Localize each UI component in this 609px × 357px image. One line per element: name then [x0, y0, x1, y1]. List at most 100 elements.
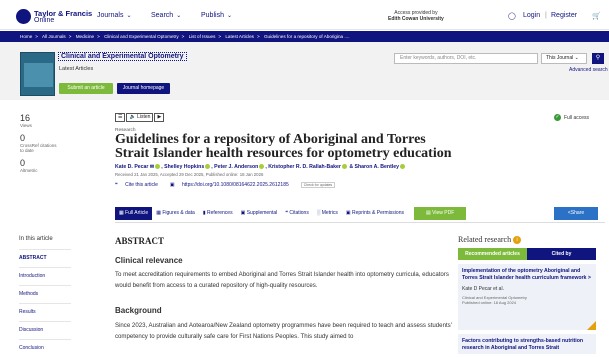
lock-icon: ▣: [345, 210, 351, 216]
info-icon[interactable]: i: [513, 236, 522, 245]
orcid-icon[interactable]: [400, 164, 406, 170]
search-icon[interactable]: ⚲: [592, 53, 604, 64]
speaker-icon: 🔈: [129, 114, 136, 120]
play-icon[interactable]: ▶: [154, 113, 165, 122]
breadcrumb-issues[interactable]: List of Issues: [189, 34, 216, 39]
journal-homepage-button[interactable]: Journal homepage: [117, 83, 170, 94]
related-card-title[interactable]: Implementation of the optometry Aborigin…: [462, 268, 592, 282]
chevron-right-icon: >: [587, 274, 591, 281]
crossref-label: CrossRef citations to date: [20, 142, 57, 154]
breadcrumb-all-journals[interactable]: All Journals: [42, 34, 66, 39]
bar-chart-icon: ░: [316, 210, 321, 216]
book-icon: ▮: [202, 210, 206, 216]
advanced-search-link[interactable]: Advanced search: [569, 67, 608, 73]
database-icon: ▣: [240, 210, 246, 216]
tab-cited-by[interactable]: Cited by: [527, 248, 596, 260]
related-card[interactable]: Factors contributing to strengths-based …: [458, 334, 596, 354]
check-updates-badge[interactable]: Check for updates: [300, 182, 336, 188]
tab-metrics[interactable]: ░ Metrics: [313, 207, 342, 220]
separator: |: [545, 12, 547, 19]
related-card-author: Kate D Pecar et al.: [462, 285, 504, 292]
related-research-heading: Related research i: [458, 235, 522, 245]
brand-name: Taylor & Francis: [34, 8, 93, 18]
abstract-heading: ABSTRACT: [115, 236, 165, 246]
breadcrumb-journal[interactable]: Clinical and Experimental Optometry: [104, 34, 179, 39]
image-icon: ▦: [156, 210, 161, 216]
nav-search[interactable]: Search ⌄: [151, 12, 181, 19]
tab-citations[interactable]: ❝ Citations: [281, 207, 313, 220]
cite-row: ❝ Cite this article ▣ https://doi.org/10…: [115, 182, 341, 188]
submit-article-button[interactable]: Submit an article: [59, 83, 113, 94]
cite-link[interactable]: ❝ Cite this article: [115, 182, 164, 188]
author-link[interactable]: Peter J. Anderson: [214, 164, 258, 170]
views-count: 16: [20, 113, 31, 123]
chevron-down-icon: ⌄: [126, 13, 132, 19]
access-provider: Access provided by Edith Cowan Universit…: [388, 10, 444, 22]
breadcrumb-home[interactable]: Home: [20, 34, 32, 39]
brand-sub: Online: [34, 16, 55, 24]
share-button[interactable]: <Share: [554, 207, 598, 220]
quote-icon: ❝: [285, 210, 288, 216]
journal-cover-image[interactable]: [20, 52, 55, 96]
orcid-icon[interactable]: [205, 164, 211, 170]
view-pdf-button[interactable]: ▤ View PDF: [413, 207, 467, 220]
register-link[interactable]: Register: [551, 12, 577, 19]
section-text: Since 2023, Australian and Aotearoa/New …: [115, 322, 452, 340]
sidebar-item-abstract[interactable]: ABSTRACT: [19, 249, 71, 267]
journal-title[interactable]: Clinical and Experimental Optometry: [58, 52, 187, 61]
sidebar-item-introduction[interactable]: Introduction: [19, 267, 71, 285]
author-link[interactable]: Shelley Hopkins: [164, 164, 204, 170]
email-icon[interactable]: ✉: [150, 164, 154, 170]
tandf-logo[interactable]: Taylor & Francis Online: [16, 9, 92, 24]
sidebar-heading: In this article: [19, 236, 53, 242]
breadcrumb: Home > All Journals > Medicine > Clinical a…: [0, 31, 609, 42]
in-this-article-sidebar: In this article ABSTRACT Introduction Me…: [19, 236, 71, 357]
nav-journals[interactable]: Journals ⌄: [97, 12, 132, 19]
chevron-down-icon: ⌄: [574, 55, 579, 61]
section-heading: Clinical relevance: [115, 256, 183, 265]
tab-references[interactable]: ▮ References: [199, 207, 237, 220]
tab-supplemental[interactable]: ▣ Supplemental: [237, 207, 282, 220]
search-scope-select[interactable]: This Journal ⌄: [541, 53, 587, 64]
author-link[interactable]: Kate D. Pecar: [115, 164, 148, 170]
views-label: Views: [20, 123, 32, 128]
section-text: To meet accreditation requirements to em…: [115, 271, 449, 289]
doi-link[interactable]: ▣ https://doi.org/10.1080/08164622.2025.…: [170, 182, 295, 188]
author-list: Kate D. Pecar ✉, Shelley Hopkins, Peter …: [115, 164, 406, 170]
orcid-icon[interactable]: [341, 164, 347, 170]
sidebar-item-conclusion[interactable]: Conclusion: [19, 339, 71, 357]
tandf-logo-icon: [16, 9, 31, 24]
user-icon[interactable]: ◯: [508, 12, 516, 20]
related-card-date: Published online: 18 Aug 2024: [462, 300, 517, 306]
sidebar-item-results[interactable]: Results: [19, 303, 71, 321]
sidebar-item-methods[interactable]: Methods: [19, 285, 71, 303]
article-title: Guidelines for a repository of Aborigina…: [115, 132, 452, 161]
lock-icon: ▣: [169, 182, 175, 188]
altmetric-count: 0: [20, 157, 26, 168]
search-input[interactable]: Enter keywords, authors, DOI, etc.: [394, 53, 538, 64]
orcid-icon[interactable]: [259, 164, 265, 170]
altmetric-label: Altmetric: [20, 167, 38, 173]
breadcrumb-current: Guidelines for a repository of Aborigina…: [263, 34, 350, 39]
author-link[interactable]: Sharon A. Bentley: [355, 164, 400, 170]
tab-figures[interactable]: ▦ Figures & data: [152, 207, 199, 220]
orcid-icon[interactable]: [155, 164, 161, 170]
breadcrumb-medicine[interactable]: Medicine: [76, 34, 94, 39]
nav-publish[interactable]: Publish ⌄: [201, 12, 232, 19]
top-bar: Taylor & Francis Online Journals ⌄ Search…: [0, 0, 609, 30]
menu-icon[interactable]: ☰: [115, 113, 126, 122]
related-card[interactable]: Implementation of the optometry Aborigin…: [458, 264, 596, 330]
tab-full-article[interactable]: ▦ Full Article: [115, 207, 153, 220]
tab-recommended[interactable]: Recommended articles: [458, 248, 527, 260]
author-link[interactable]: Kristopher R. D. Rallah-Baker: [268, 164, 341, 170]
corner-badge-icon: [587, 321, 596, 330]
cart-icon[interactable]: 🛒: [592, 12, 601, 20]
tab-reprints[interactable]: ▣ Reprints & Permissions: [342, 207, 408, 220]
sidebar-item-discussion[interactable]: Discussion: [19, 321, 71, 339]
journal-subtitle: Latest Articles: [59, 66, 94, 72]
listen-button[interactable]: 🔈 Listen: [126, 113, 154, 122]
full-access-badge: ✓ Full access: [554, 114, 590, 121]
quote-icon: ❝: [115, 182, 118, 188]
breadcrumb-latest[interactable]: Latest Articles: [225, 34, 254, 39]
login-link[interactable]: Login: [523, 12, 540, 19]
